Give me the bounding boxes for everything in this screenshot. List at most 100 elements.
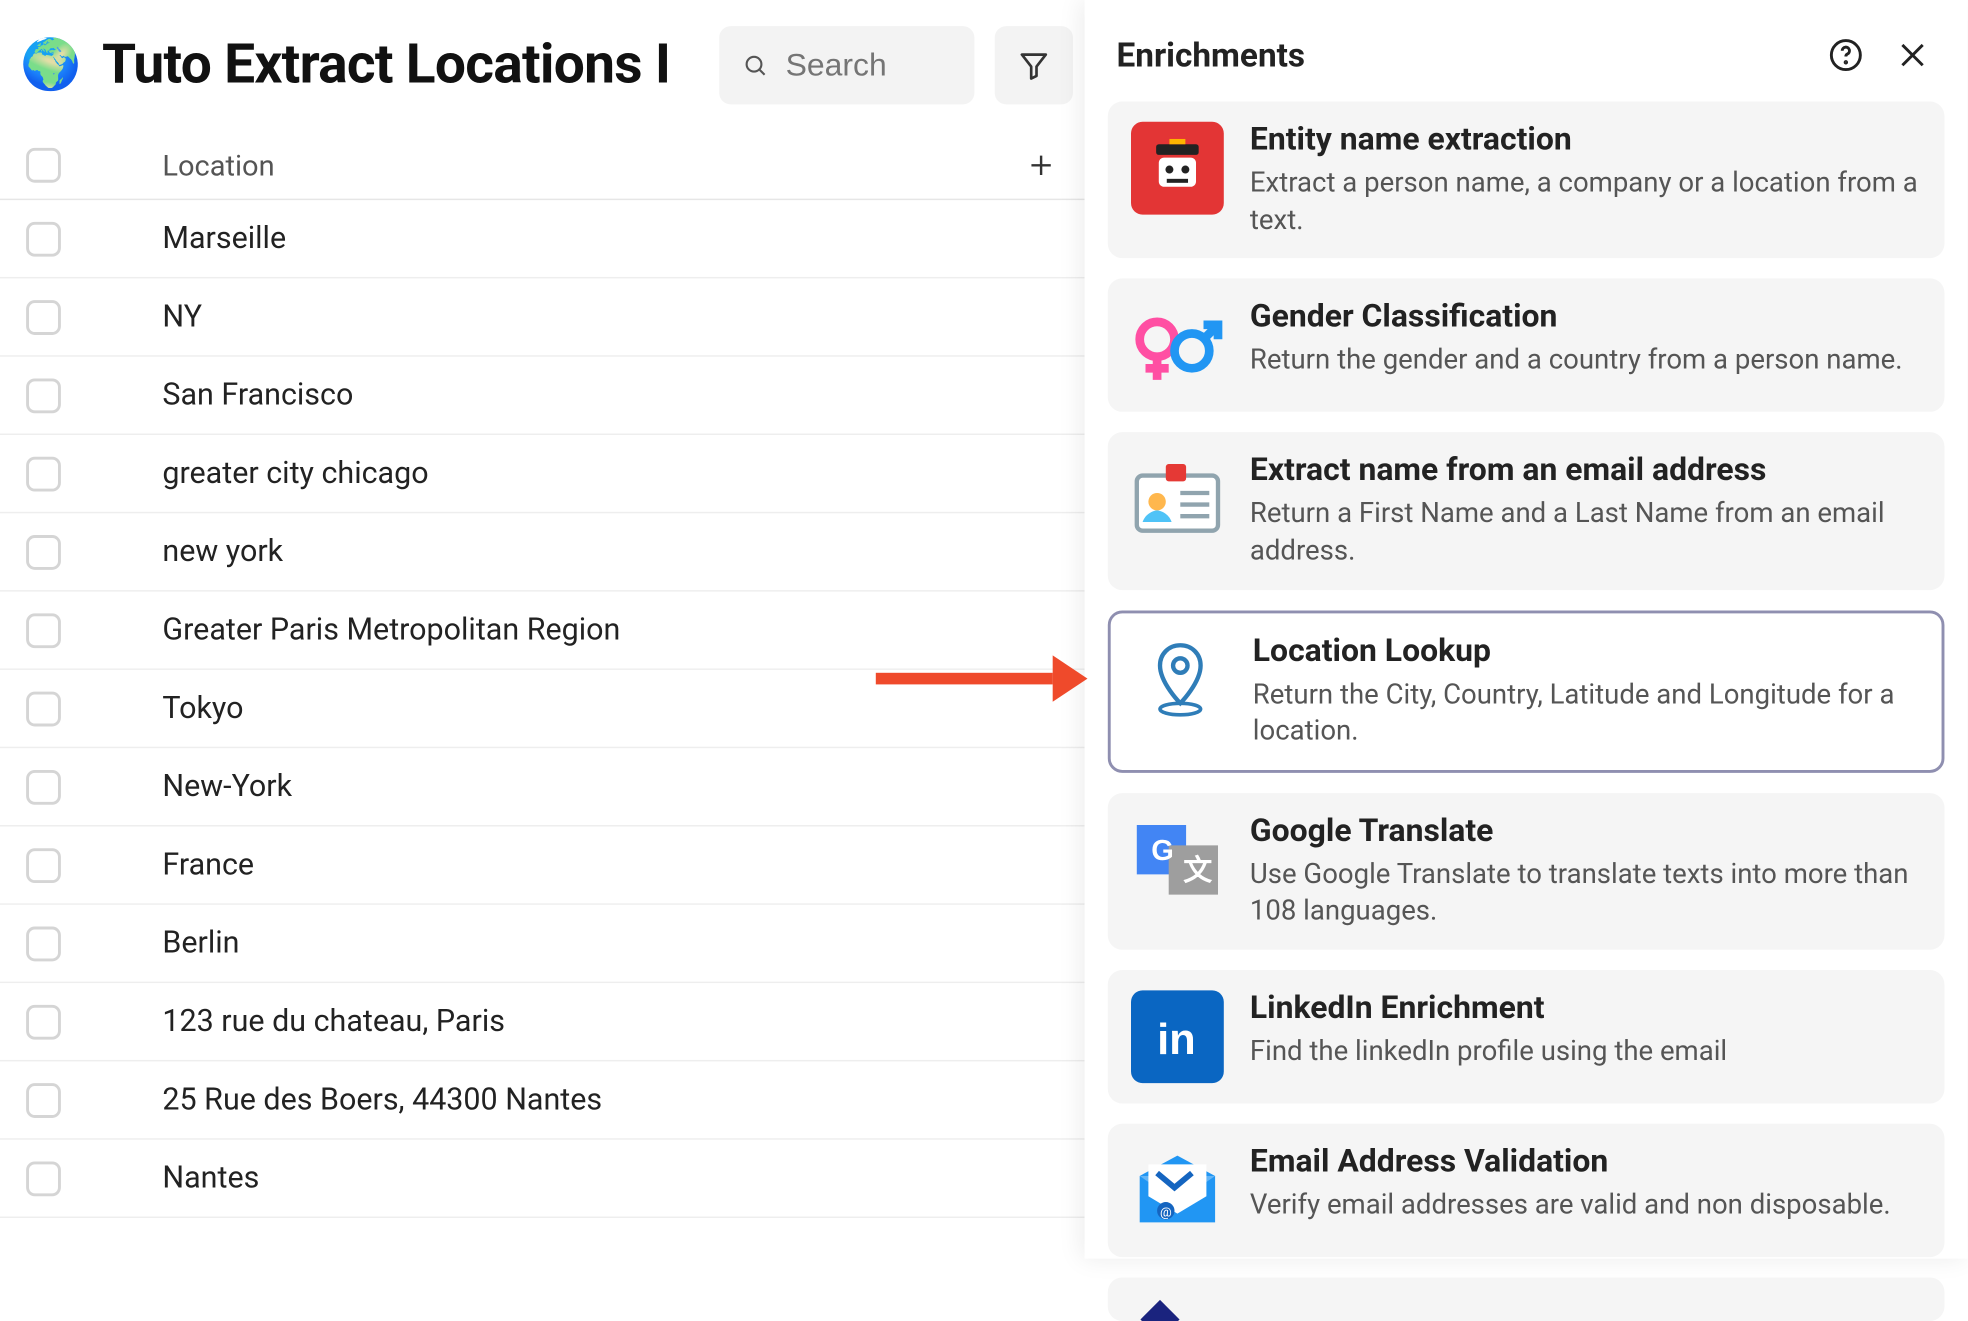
enrichment-card-mail[interactable]: @ Email Address Validation Verify email … <box>1108 1124 1945 1257</box>
filter-button[interactable] <box>995 26 1073 104</box>
enrichment-card-gtrans[interactable]: G文 Google Translate Use Google Translate… <box>1108 793 1945 950</box>
row-checkbox-cell[interactable] <box>0 534 87 569</box>
row-checkbox-cell[interactable] <box>0 613 87 648</box>
row-location-cell[interactable]: France <box>87 848 1085 883</box>
card-description: Return the gender and a country from a p… <box>1250 341 1921 378</box>
card-description: Verify email addresses are valid and non… <box>1250 1186 1921 1223</box>
row-checkbox-cell[interactable] <box>0 456 87 491</box>
row-checkbox[interactable] <box>26 691 61 726</box>
row-checkbox-cell[interactable] <box>0 299 87 334</box>
card-body: Location Lookup Return the City, Country… <box>1253 633 1919 749</box>
row-checkbox[interactable] <box>26 926 61 961</box>
row-checkbox[interactable] <box>26 456 61 491</box>
card-description: Return a First Name and a Last Name from… <box>1250 495 1921 569</box>
table-body: Marseille NY San Francisco greater city … <box>0 200 1085 1218</box>
row-location-cell[interactable]: Marseille <box>87 221 1085 256</box>
enrichment-card-pin[interactable]: Location Lookup Return the City, Country… <box>1108 610 1945 773</box>
card-body: Email Address Validation Verify email ad… <box>1250 1144 1921 1223</box>
row-checkbox-cell[interactable] <box>0 221 87 256</box>
gtrans-icon: G文 <box>1131 813 1224 906</box>
table-row[interactable]: New-York <box>0 748 1085 826</box>
row-location-cell[interactable]: 123 rue du chateau, Paris <box>87 1004 1085 1039</box>
main-area: 🌍 Tuto Extract Locations I Location Mars… <box>0 0 1085 1259</box>
card-title: Email Address Validation <box>1250 1144 1921 1180</box>
help-icon <box>1828 38 1863 73</box>
close-button[interactable] <box>1889 32 1935 78</box>
card-title: Gender Classification <box>1250 299 1921 335</box>
card-body: Extract name from an email address Retur… <box>1250 453 1921 569</box>
row-checkbox[interactable] <box>26 534 61 569</box>
robot-icon <box>1131 122 1224 215</box>
page-title: Tuto Extract Locations I <box>102 33 699 97</box>
card-body: Google Translate Use Google Translate to… <box>1250 813 1921 929</box>
row-location-cell[interactable]: 25 Rue des Boers, 44300 Nantes <box>87 1082 1085 1117</box>
enrichment-card-linkedin[interactable]: in LinkedIn Enrichment Find the linkedIn… <box>1108 970 1945 1103</box>
card-description: Extract a person name, a company or a lo… <box>1250 164 1921 238</box>
card-title: Google Translate <box>1250 813 1921 849</box>
help-button[interactable] <box>1823 32 1869 78</box>
row-checkbox[interactable] <box>26 613 61 648</box>
select-all-cell[interactable] <box>0 147 87 182</box>
table-row[interactable]: France <box>0 827 1085 905</box>
select-all-checkbox[interactable] <box>26 147 61 182</box>
card-description: Use Google Translate to translate texts … <box>1250 855 1921 929</box>
row-checkbox-cell[interactable] <box>0 691 87 726</box>
row-checkbox[interactable] <box>26 1161 61 1196</box>
table-row[interactable]: Berlin <box>0 905 1085 983</box>
row-checkbox-cell[interactable] <box>0 1161 87 1196</box>
row-checkbox[interactable] <box>26 221 61 256</box>
column-header-location[interactable]: Location <box>87 147 998 182</box>
card-title: Extract name from an email address <box>1250 453 1921 489</box>
svg-text:G: G <box>1151 835 1174 867</box>
table-row[interactable]: NY <box>0 278 1085 356</box>
svg-text:@: @ <box>1160 1206 1172 1221</box>
enrichment-card-gender[interactable]: Gender Classification Return the gender … <box>1108 279 1945 412</box>
row-checkbox[interactable] <box>26 769 61 804</box>
row-location-cell[interactable]: NY <box>87 299 1085 334</box>
row-checkbox[interactable] <box>26 299 61 334</box>
svg-text:in: in <box>1157 1016 1196 1064</box>
enrichment-card-idcard[interactable]: Extract name from an email address Retur… <box>1108 433 1945 590</box>
table-row[interactable]: 25 Rue des Boers, 44300 Nantes <box>0 1061 1085 1139</box>
card-description: Return the City, Country, Latitude and L… <box>1253 675 1919 749</box>
enrichment-card-list: Entity name extraction Extract a person … <box>1085 102 1968 1321</box>
svg-text:文: 文 <box>1183 853 1213 887</box>
row-checkbox-cell[interactable] <box>0 848 87 883</box>
row-location-cell[interactable]: Greater Paris Metropolitan Region <box>87 613 1085 648</box>
table-row[interactable]: San Francisco <box>0 357 1085 435</box>
search-icon <box>743 49 768 81</box>
row-location-cell[interactable]: Nantes <box>87 1161 1085 1196</box>
row-location-cell[interactable]: greater city chicago <box>87 456 1085 491</box>
row-checkbox-cell[interactable] <box>0 1004 87 1039</box>
search-box[interactable] <box>720 26 975 104</box>
idcard-icon <box>1131 453 1224 546</box>
search-input[interactable] <box>786 46 952 84</box>
row-checkbox[interactable] <box>26 1082 61 1117</box>
globe-icon: 🌍 <box>20 41 81 90</box>
enrichment-card-robot[interactable]: Entity name extraction Extract a person … <box>1108 102 1945 259</box>
table-row[interactable]: 123 rue du chateau, Paris <box>0 983 1085 1061</box>
row-checkbox-cell[interactable] <box>0 1082 87 1117</box>
callout-arrow <box>876 653 1088 705</box>
row-checkbox-cell[interactable] <box>0 926 87 961</box>
add-column-button[interactable] <box>998 150 1085 179</box>
row-checkbox[interactable] <box>26 1004 61 1039</box>
card-title: Entity name extraction <box>1250 122 1921 158</box>
card-title: Location Lookup <box>1253 633 1919 669</box>
enrichment-card-partial[interactable] <box>1108 1278 1945 1321</box>
row-checkbox-cell[interactable] <box>0 378 87 413</box>
row-checkbox[interactable] <box>26 848 61 883</box>
table-row[interactable]: new york <box>0 513 1085 591</box>
table-row[interactable]: greater city chicago <box>0 435 1085 513</box>
card-body: Gender Classification Return the gender … <box>1250 299 1921 378</box>
card-body: LinkedIn Enrichment Find the linkedIn pr… <box>1250 991 1921 1070</box>
table-row[interactable]: Nantes <box>0 1140 1085 1218</box>
row-location-cell[interactable]: San Francisco <box>87 378 1085 413</box>
table-row[interactable]: Marseille <box>0 200 1085 278</box>
row-checkbox[interactable] <box>26 378 61 413</box>
panel-title: Enrichments <box>1117 36 1803 75</box>
row-location-cell[interactable]: Berlin <box>87 926 1085 961</box>
row-location-cell[interactable]: New-York <box>87 769 1085 804</box>
row-checkbox-cell[interactable] <box>0 769 87 804</box>
row-location-cell[interactable]: new york <box>87 534 1085 569</box>
